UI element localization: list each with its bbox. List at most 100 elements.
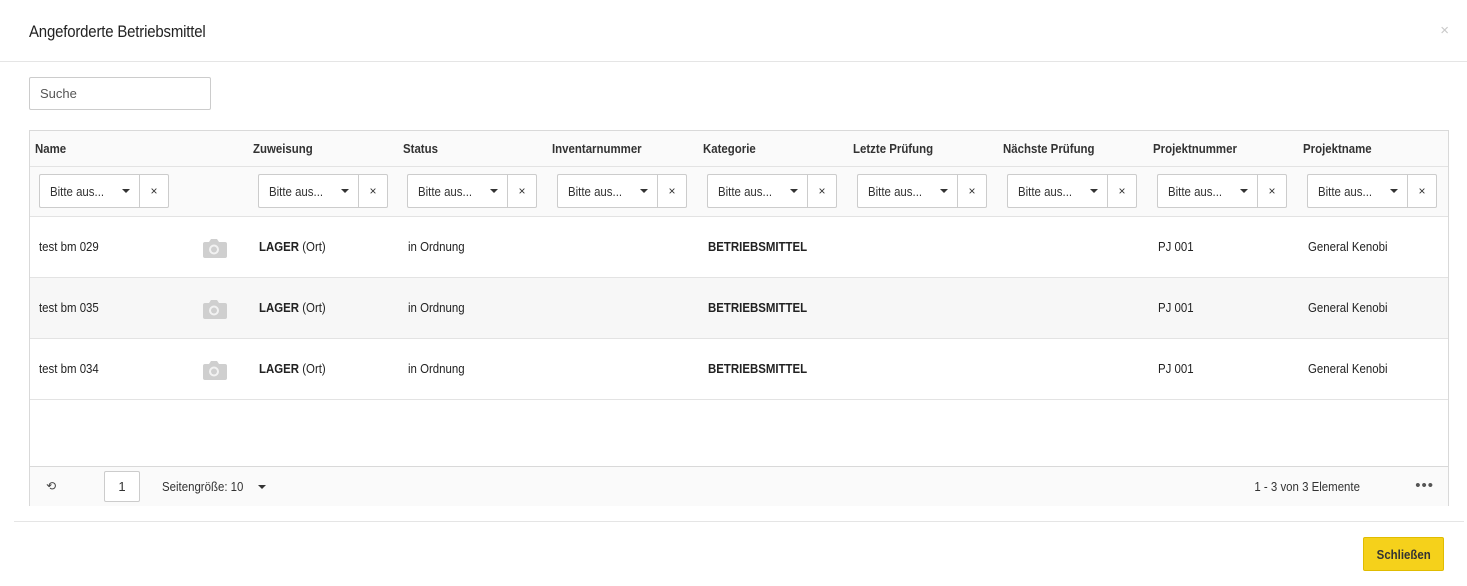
- caret-down-icon: [490, 189, 498, 193]
- current-page-input[interactable]: 1: [104, 471, 140, 502]
- zuweisung-value: LAGER: [259, 300, 300, 315]
- filter-clear-zuweisung[interactable]: ×: [358, 174, 388, 208]
- caret-down-icon: [258, 484, 266, 489]
- camera-icon[interactable]: [200, 237, 228, 259]
- caret-down-icon: [640, 189, 648, 193]
- data-grid: Name Zuweisung Status Inventarnummer Kat…: [29, 130, 1449, 506]
- filter-inventarnummer: Bitte aus... ×: [557, 174, 687, 208]
- column-header-kategorie[interactable]: Kategorie: [703, 141, 756, 156]
- caret-down-icon: [1090, 189, 1098, 193]
- cell-zuweisung: LAGER (Ort): [259, 361, 326, 376]
- camera-icon[interactable]: [200, 359, 228, 381]
- page-size-dropdown[interactable]: Seitengröße: 10: [162, 479, 266, 494]
- zuweisung-value: LAGER: [259, 239, 300, 254]
- cell-projektname: General Kenobi: [1308, 361, 1388, 376]
- column-header-name[interactable]: Name: [35, 141, 66, 156]
- filter-kategorie: Bitte aus... ×: [707, 174, 837, 208]
- column-header-naechste-pruefung[interactable]: Nächste Prüfung: [1003, 141, 1095, 156]
- filter-clear-letzte-pruefung[interactable]: ×: [957, 174, 987, 208]
- filter-select-inventarnummer[interactable]: Bitte aus...: [557, 174, 657, 208]
- filter-zuweisung: Bitte aus... ×: [258, 174, 388, 208]
- cell-status: in Ordnung: [408, 239, 465, 254]
- grid-body: test bm 029 LAGER (Ort) in Ordnung BETRI…: [30, 217, 1448, 400]
- search-input[interactable]: [29, 77, 211, 110]
- filter-clear-name[interactable]: ×: [139, 174, 169, 208]
- pager: ⟲ 1 Seitengröße: 10 1 - 3 von 3 Elemente…: [30, 466, 1448, 506]
- cell-projektnummer: PJ 001: [1158, 239, 1194, 254]
- filter-clear-projektnummer[interactable]: ×: [1257, 174, 1287, 208]
- filter-select-naechste-pruefung[interactable]: Bitte aus...: [1007, 174, 1107, 208]
- filter-name: Bitte aus... ×: [39, 174, 169, 208]
- table-row[interactable]: test bm 029 LAGER (Ort) in Ordnung BETRI…: [30, 217, 1448, 278]
- filter-clear-naechste-pruefung[interactable]: ×: [1107, 174, 1137, 208]
- table-row[interactable]: test bm 034 LAGER (Ort) in Ordnung BETRI…: [30, 339, 1448, 400]
- cell-name: test bm 035: [39, 300, 99, 315]
- cell-projektname: General Kenobi: [1308, 300, 1388, 315]
- cell-name: test bm 034: [39, 361, 99, 376]
- filter-select-zuweisung[interactable]: Bitte aus...: [258, 174, 358, 208]
- column-header-zuweisung[interactable]: Zuweisung: [253, 141, 313, 156]
- cell-projektname: General Kenobi: [1308, 239, 1388, 254]
- page-size-label: Seitengröße: 10: [162, 479, 244, 494]
- filter-select-kategorie[interactable]: Bitte aus...: [707, 174, 807, 208]
- grid-header: Name Zuweisung Status Inventarnummer Kat…: [30, 131, 1448, 167]
- filter-label: Bitte aus...: [1018, 183, 1073, 199]
- filter-label: Bitte aus...: [718, 183, 773, 199]
- zuweisung-suffix: (Ort): [302, 239, 326, 254]
- close-button[interactable]: Schließen: [1363, 537, 1444, 571]
- filter-label: Bitte aus...: [50, 183, 105, 199]
- filter-status: Bitte aus... ×: [407, 174, 537, 208]
- filter-label: Bitte aus...: [269, 183, 324, 199]
- modal-title: Angeforderte Betriebsmittel: [29, 22, 206, 41]
- pager-info: 1 - 3 von 3 Elemente: [1254, 479, 1360, 494]
- close-icon[interactable]: ×: [1440, 22, 1449, 39]
- filter-projektnummer: Bitte aus... ×: [1157, 174, 1287, 208]
- column-header-letzte-pruefung[interactable]: Letzte Prüfung: [853, 141, 933, 156]
- cell-name: test bm 029: [39, 239, 99, 254]
- more-options-icon[interactable]: •••: [1415, 477, 1434, 494]
- zuweisung-suffix: (Ort): [302, 300, 326, 315]
- zuweisung-value: LAGER: [259, 361, 300, 376]
- cell-projektnummer: PJ 001: [1158, 361, 1194, 376]
- cell-kategorie: BETRIEBSMITTEL: [708, 300, 808, 315]
- filter-clear-projektname[interactable]: ×: [1407, 174, 1437, 208]
- caret-down-icon: [1390, 189, 1398, 193]
- cell-status: in Ordnung: [408, 300, 465, 315]
- cell-kategorie: BETRIEBSMITTEL: [708, 239, 808, 254]
- caret-down-icon: [122, 189, 130, 193]
- filter-clear-status[interactable]: ×: [507, 174, 537, 208]
- column-header-status[interactable]: Status: [403, 141, 438, 156]
- filter-select-name[interactable]: Bitte aus...: [39, 174, 139, 208]
- column-header-projektnummer[interactable]: Projektnummer: [1153, 141, 1237, 156]
- cell-zuweisung: LAGER (Ort): [259, 300, 326, 315]
- filter-projektname: Bitte aus... ×: [1307, 174, 1437, 208]
- filter-label: Bitte aus...: [868, 183, 923, 199]
- filter-clear-inventarnummer[interactable]: ×: [657, 174, 687, 208]
- caret-down-icon: [940, 189, 948, 193]
- camera-icon[interactable]: [200, 298, 228, 320]
- filter-label: Bitte aus...: [1318, 183, 1373, 199]
- cell-projektnummer: PJ 001: [1158, 300, 1194, 315]
- filter-select-status[interactable]: Bitte aus...: [407, 174, 507, 208]
- filter-select-projektnummer[interactable]: Bitte aus...: [1157, 174, 1257, 208]
- modal-header: Angeforderte Betriebsmittel ×: [0, 0, 1467, 62]
- filter-select-projektname[interactable]: Bitte aus...: [1307, 174, 1407, 208]
- filter-letzte-pruefung: Bitte aus... ×: [857, 174, 987, 208]
- cell-zuweisung: LAGER (Ort): [259, 239, 326, 254]
- close-button-label: Schließen: [1376, 546, 1431, 562]
- table-row[interactable]: test bm 035 LAGER (Ort) in Ordnung BETRI…: [30, 278, 1448, 339]
- caret-down-icon: [341, 189, 349, 193]
- cell-status: in Ordnung: [408, 361, 465, 376]
- column-header-projektname[interactable]: Projektname: [1303, 141, 1372, 156]
- filter-row: Bitte aus... × Bitte aus... × Bitte aus.…: [30, 167, 1448, 217]
- cell-kategorie: BETRIEBSMITTEL: [708, 361, 808, 376]
- column-header-inventarnummer[interactable]: Inventarnummer: [552, 141, 642, 156]
- filter-label: Bitte aus...: [568, 183, 623, 199]
- caret-down-icon: [1240, 189, 1248, 193]
- filter-select-letzte-pruefung[interactable]: Bitte aus...: [857, 174, 957, 208]
- filter-clear-kategorie[interactable]: ×: [807, 174, 837, 208]
- filter-naechste-pruefung: Bitte aus... ×: [1007, 174, 1137, 208]
- modal-footer-divider: [14, 521, 1464, 522]
- filter-label: Bitte aus...: [418, 183, 473, 199]
- refresh-icon[interactable]: ⟲: [46, 479, 56, 493]
